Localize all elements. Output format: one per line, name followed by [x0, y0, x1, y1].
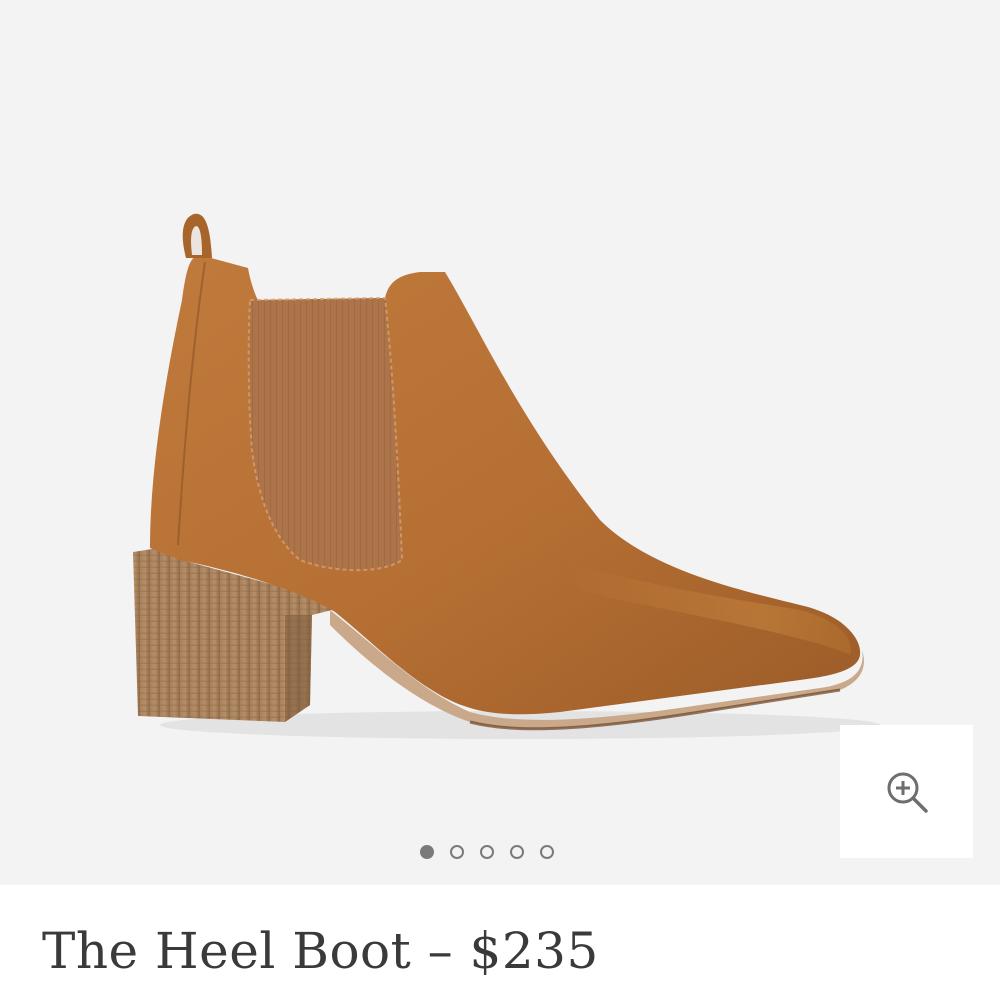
- gallery-pagination: [420, 842, 554, 862]
- product-title: The Heel Boot – $235: [42, 922, 599, 980]
- gallery-dot-3[interactable]: [480, 845, 494, 859]
- gallery-dot-5[interactable]: [540, 845, 554, 859]
- gallery-dot-4[interactable]: [510, 845, 524, 859]
- product-page: The Heel Boot – $235: [0, 0, 1000, 1000]
- zoom-button[interactable]: [840, 725, 973, 858]
- gallery-dot-1[interactable]: [420, 845, 434, 859]
- gallery-dot-2[interactable]: [450, 845, 464, 859]
- product-image-gallery[interactable]: [0, 0, 1000, 885]
- zoom-in-icon: [887, 772, 928, 813]
